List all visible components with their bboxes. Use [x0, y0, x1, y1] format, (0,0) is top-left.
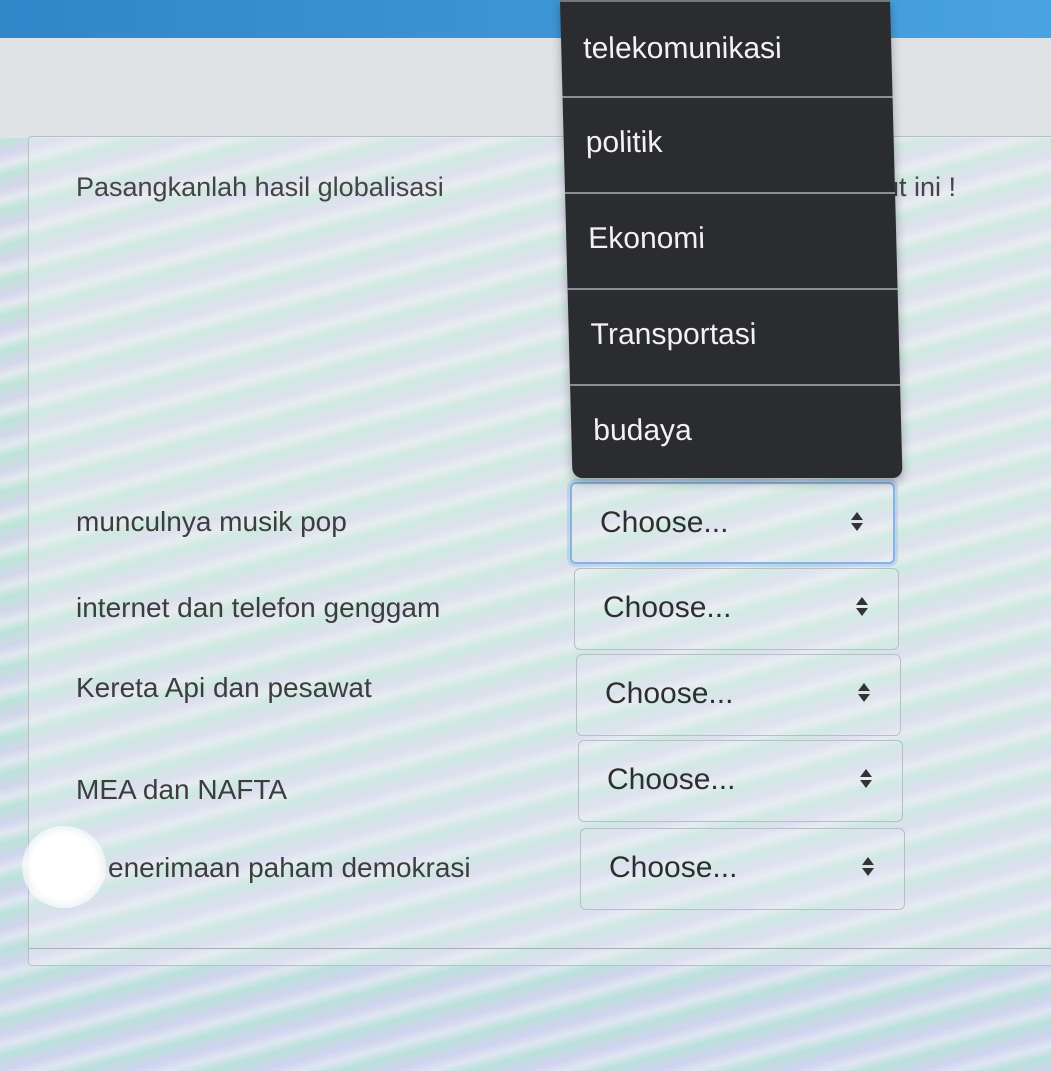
- match-row: Kereta Api dan pesawat Choose...: [76, 654, 916, 736]
- match-row: munculnya musik pop Choose...: [76, 482, 916, 564]
- dropdown-option[interactable]: politik: [562, 96, 896, 192]
- select-value: Choose...: [603, 591, 732, 624]
- answer-select[interactable]: Choose...: [570, 482, 895, 564]
- match-item-label: munculnya musik pop: [76, 506, 347, 537]
- question-text-left: Pasangkanlah hasil globalisasi: [76, 172, 444, 202]
- card-bottom-divider: [28, 948, 1051, 949]
- screen-glare: [22, 826, 106, 908]
- match-item-label: Kereta Api dan pesawat: [76, 672, 372, 703]
- answer-select[interactable]: Choose...: [576, 654, 901, 736]
- top-app-bar: [0, 0, 1051, 38]
- select-arrows-icon: [858, 683, 870, 707]
- match-row: MEA dan NAFTA Choose...: [76, 740, 916, 822]
- answer-select[interactable]: Choose...: [574, 568, 899, 650]
- dropdown-option[interactable]: telekomunikasi: [560, 0, 893, 96]
- answer-select[interactable]: Choose...: [578, 740, 903, 822]
- select-dropdown-menu[interactable]: telekomunikasi politik Ekonomi Transport…: [560, 0, 903, 480]
- match-row: internet dan telefon genggam Choose...: [76, 568, 916, 650]
- select-value: Choose...: [605, 677, 734, 710]
- select-value: Choose...: [609, 851, 738, 884]
- dropdown-option[interactable]: Transportasi: [567, 288, 901, 384]
- page-header-area: [0, 38, 1051, 138]
- select-arrows-icon: [862, 857, 874, 881]
- match-row: enerimaan paham demokrasi Choose...: [76, 828, 916, 910]
- select-value: Choose...: [600, 506, 729, 539]
- dropdown-option[interactable]: Ekonomi: [565, 192, 898, 288]
- select-arrows-icon: [860, 769, 872, 793]
- dropdown-option[interactable]: budaya: [570, 384, 903, 480]
- answer-select[interactable]: Choose...: [580, 828, 905, 910]
- match-item-label: MEA dan NAFTA: [76, 774, 288, 805]
- select-value: Choose...: [607, 763, 736, 796]
- match-item-label: internet dan telefon genggam: [76, 592, 441, 623]
- select-arrows-icon: [856, 597, 868, 621]
- select-arrows-icon: [851, 512, 863, 536]
- match-item-label: enerimaan paham demokrasi: [108, 852, 471, 883]
